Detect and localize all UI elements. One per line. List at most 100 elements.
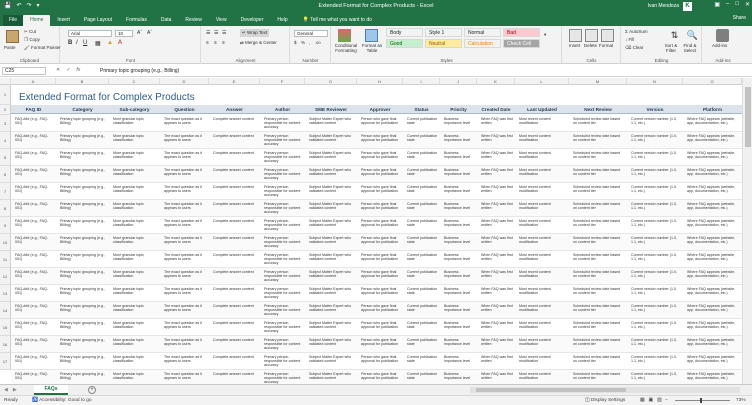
table-cell[interactable]: Primary person responsible for content a…	[264, 134, 303, 146]
tab-developer[interactable]: Developer	[234, 15, 271, 26]
row-header[interactable]: 10	[0, 234, 11, 251]
table-cell[interactable]: Primary person responsible for content a…	[264, 219, 303, 231]
style-cell[interactable]: Normal	[464, 28, 501, 37]
row-header[interactable]: 16	[0, 336, 11, 353]
table-cell[interactable]: Primary topic grouping (e.g., Billing)	[60, 321, 107, 329]
italic-icon[interactable]: I	[76, 40, 78, 46]
insert-cells-icon[interactable]	[569, 29, 582, 42]
table-cell[interactable]: Current publication state	[407, 304, 438, 312]
row-header[interactable]: 13	[0, 285, 11, 302]
table-cell[interactable]: More granular topic classification	[113, 287, 158, 295]
paste-button[interactable]: Paste	[4, 45, 16, 50]
style-cell[interactable]: Style 1	[425, 28, 462, 37]
sort-filter-icon[interactable]: ⇅	[668, 29, 681, 42]
table-cell[interactable]: Primary topic grouping (e.g., Billing)	[60, 372, 107, 380]
font-color-icon[interactable]: A	[118, 40, 122, 46]
zoom-out-icon[interactable]: –	[665, 398, 668, 403]
table-cell[interactable]: Person who gave final approval for publi…	[361, 270, 401, 278]
table-cell[interactable]: Primary person responsible for content a…	[264, 117, 303, 129]
normal-view-icon[interactable]: ▦	[640, 398, 645, 403]
column-header[interactable]: N	[627, 78, 683, 85]
table-cell[interactable]: Primary person responsible for content a…	[264, 372, 303, 384]
table-cell[interactable]: Where FAQ appears (website, app, documen…	[687, 151, 740, 159]
column-header[interactable]: E	[209, 78, 260, 85]
table-cell[interactable]: Where FAQ appears (website, app, documen…	[687, 321, 740, 329]
table-cell[interactable]: FAQ-### (e.g., FAQ-001)	[15, 236, 54, 244]
table-cell[interactable]: Business importance level	[444, 202, 475, 210]
table-cell[interactable]: Current version number (1.0, 1.1, etc.)	[631, 355, 681, 363]
table-cell[interactable]: Complete answer content	[213, 355, 258, 359]
column-header[interactable]: J	[440, 78, 477, 85]
table-cell[interactable]: Most recent content modification	[519, 372, 567, 380]
underline-icon[interactable]: U	[83, 40, 87, 46]
row-header[interactable]: 9	[0, 217, 11, 234]
enter-icon[interactable]: ✓	[66, 67, 70, 73]
table-cell[interactable]: Where FAQ appears (website, app, documen…	[687, 372, 740, 380]
table-cell[interactable]: Current publication state	[407, 355, 438, 363]
row-header[interactable]: 1	[0, 85, 11, 105]
table-cell[interactable]: Scheduled review date based on content t…	[573, 253, 625, 261]
table-cell[interactable]: When FAQ was first written	[481, 151, 513, 159]
column-title[interactable]: Next Review	[569, 105, 627, 114]
column-header[interactable]: O	[683, 78, 742, 85]
table-cell[interactable]: When FAQ was first written	[481, 219, 513, 227]
format-table-icon[interactable]	[365, 29, 378, 42]
table-cell[interactable]: Complete answer content	[213, 321, 258, 325]
tab-file[interactable]: File	[3, 15, 24, 26]
table-cell[interactable]: Current publication state	[407, 168, 438, 176]
column-title[interactable]: Answer	[209, 105, 260, 114]
table-cell[interactable]: Primary person responsible for content a…	[264, 338, 303, 350]
table-cell[interactable]: Scheduled review date based on content t…	[573, 219, 625, 227]
table-cell[interactable]: Complete answer content	[213, 304, 258, 308]
table-cell[interactable]: Current publication state	[407, 321, 438, 329]
row-header[interactable]: 2	[0, 105, 11, 115]
column-header[interactable]: H	[357, 78, 403, 85]
table-cell[interactable]: Person who gave final approval for publi…	[361, 287, 401, 295]
table-cell[interactable]: When FAQ was first written	[481, 338, 513, 346]
table-cell[interactable]: More granular topic classification	[113, 185, 158, 193]
cancel-icon[interactable]: ✕	[56, 67, 60, 73]
table-cell[interactable]: Person who gave final approval for publi…	[361, 168, 401, 176]
table-cell[interactable]: FAQ-### (e.g., FAQ-001)	[15, 338, 54, 346]
table-cell[interactable]: Current version number (1.0, 1.1, etc.)	[631, 253, 681, 261]
table-cell[interactable]: The exact question as it appears to user…	[164, 321, 207, 329]
table-cell[interactable]: Person who gave final approval for publi…	[361, 355, 401, 363]
table-cell[interactable]: Current version number (1.0, 1.1, etc.)	[631, 321, 681, 329]
column-header[interactable]: M	[569, 78, 627, 85]
column-title[interactable]: Author	[260, 105, 305, 114]
table-cell[interactable]: Subject Matter Expert who validated cont…	[309, 253, 355, 261]
table-cell[interactable]: Primary person responsible for content a…	[264, 253, 303, 265]
table-cell[interactable]: Where FAQ appears (website, app, documen…	[687, 355, 740, 363]
page-layout-view-icon[interactable]: ▣	[649, 398, 654, 403]
table-cell[interactable]: The exact question as it appears to user…	[164, 185, 207, 193]
table-cell[interactable]: Most recent content modification	[519, 236, 567, 244]
table-cell[interactable]: Complete answer content	[213, 219, 258, 223]
font-name-dropdown[interactable]: Arial	[68, 30, 112, 37]
table-cell[interactable]: Subject Matter Expert who validated cont…	[309, 270, 355, 278]
align-middle-icon[interactable]: ☰	[214, 30, 218, 36]
share-button[interactable]: Share	[733, 15, 746, 21]
conditional-formatting-icon[interactable]	[338, 29, 351, 42]
table-cell[interactable]: Current version number (1.0, 1.1, etc.)	[631, 202, 681, 210]
horizontal-scrollbar[interactable]	[470, 387, 740, 393]
table-cell[interactable]: When FAQ was first written	[481, 287, 513, 295]
worksheet[interactable]: Extended Format for Complex Products FAQ…	[11, 85, 742, 384]
table-cell[interactable]: Person who gave final approval for publi…	[361, 321, 401, 329]
table-cell[interactable]: Most recent content modification	[519, 151, 567, 159]
table-cell[interactable]: Primary person responsible for content a…	[264, 202, 303, 214]
sheet-tab-faqs[interactable]: FAQs	[34, 385, 68, 395]
table-cell[interactable]: Scheduled review date based on content t…	[573, 287, 625, 295]
table-cell[interactable]: When FAQ was first written	[481, 134, 513, 142]
zoom-level[interactable]: 73%	[736, 398, 746, 403]
table-cell[interactable]: Current publication state	[407, 270, 438, 278]
shrink-font-icon[interactable]: Aˇ	[147, 30, 152, 36]
table-cell[interactable]: Business importance level	[444, 287, 475, 295]
table-cell[interactable]: FAQ-### (e.g., FAQ-001)	[15, 253, 54, 261]
table-cell[interactable]: Scheduled review date based on content t…	[573, 338, 625, 346]
borders-icon[interactable]: ▦	[95, 40, 101, 47]
function-icon[interactable]: fx	[76, 67, 80, 73]
column-title[interactable]: FAQ ID	[11, 105, 56, 114]
column-title[interactable]: Created Date	[477, 105, 515, 114]
align-left-icon[interactable]: ≡	[206, 40, 209, 46]
add-sheet-icon[interactable]: +	[88, 386, 96, 394]
